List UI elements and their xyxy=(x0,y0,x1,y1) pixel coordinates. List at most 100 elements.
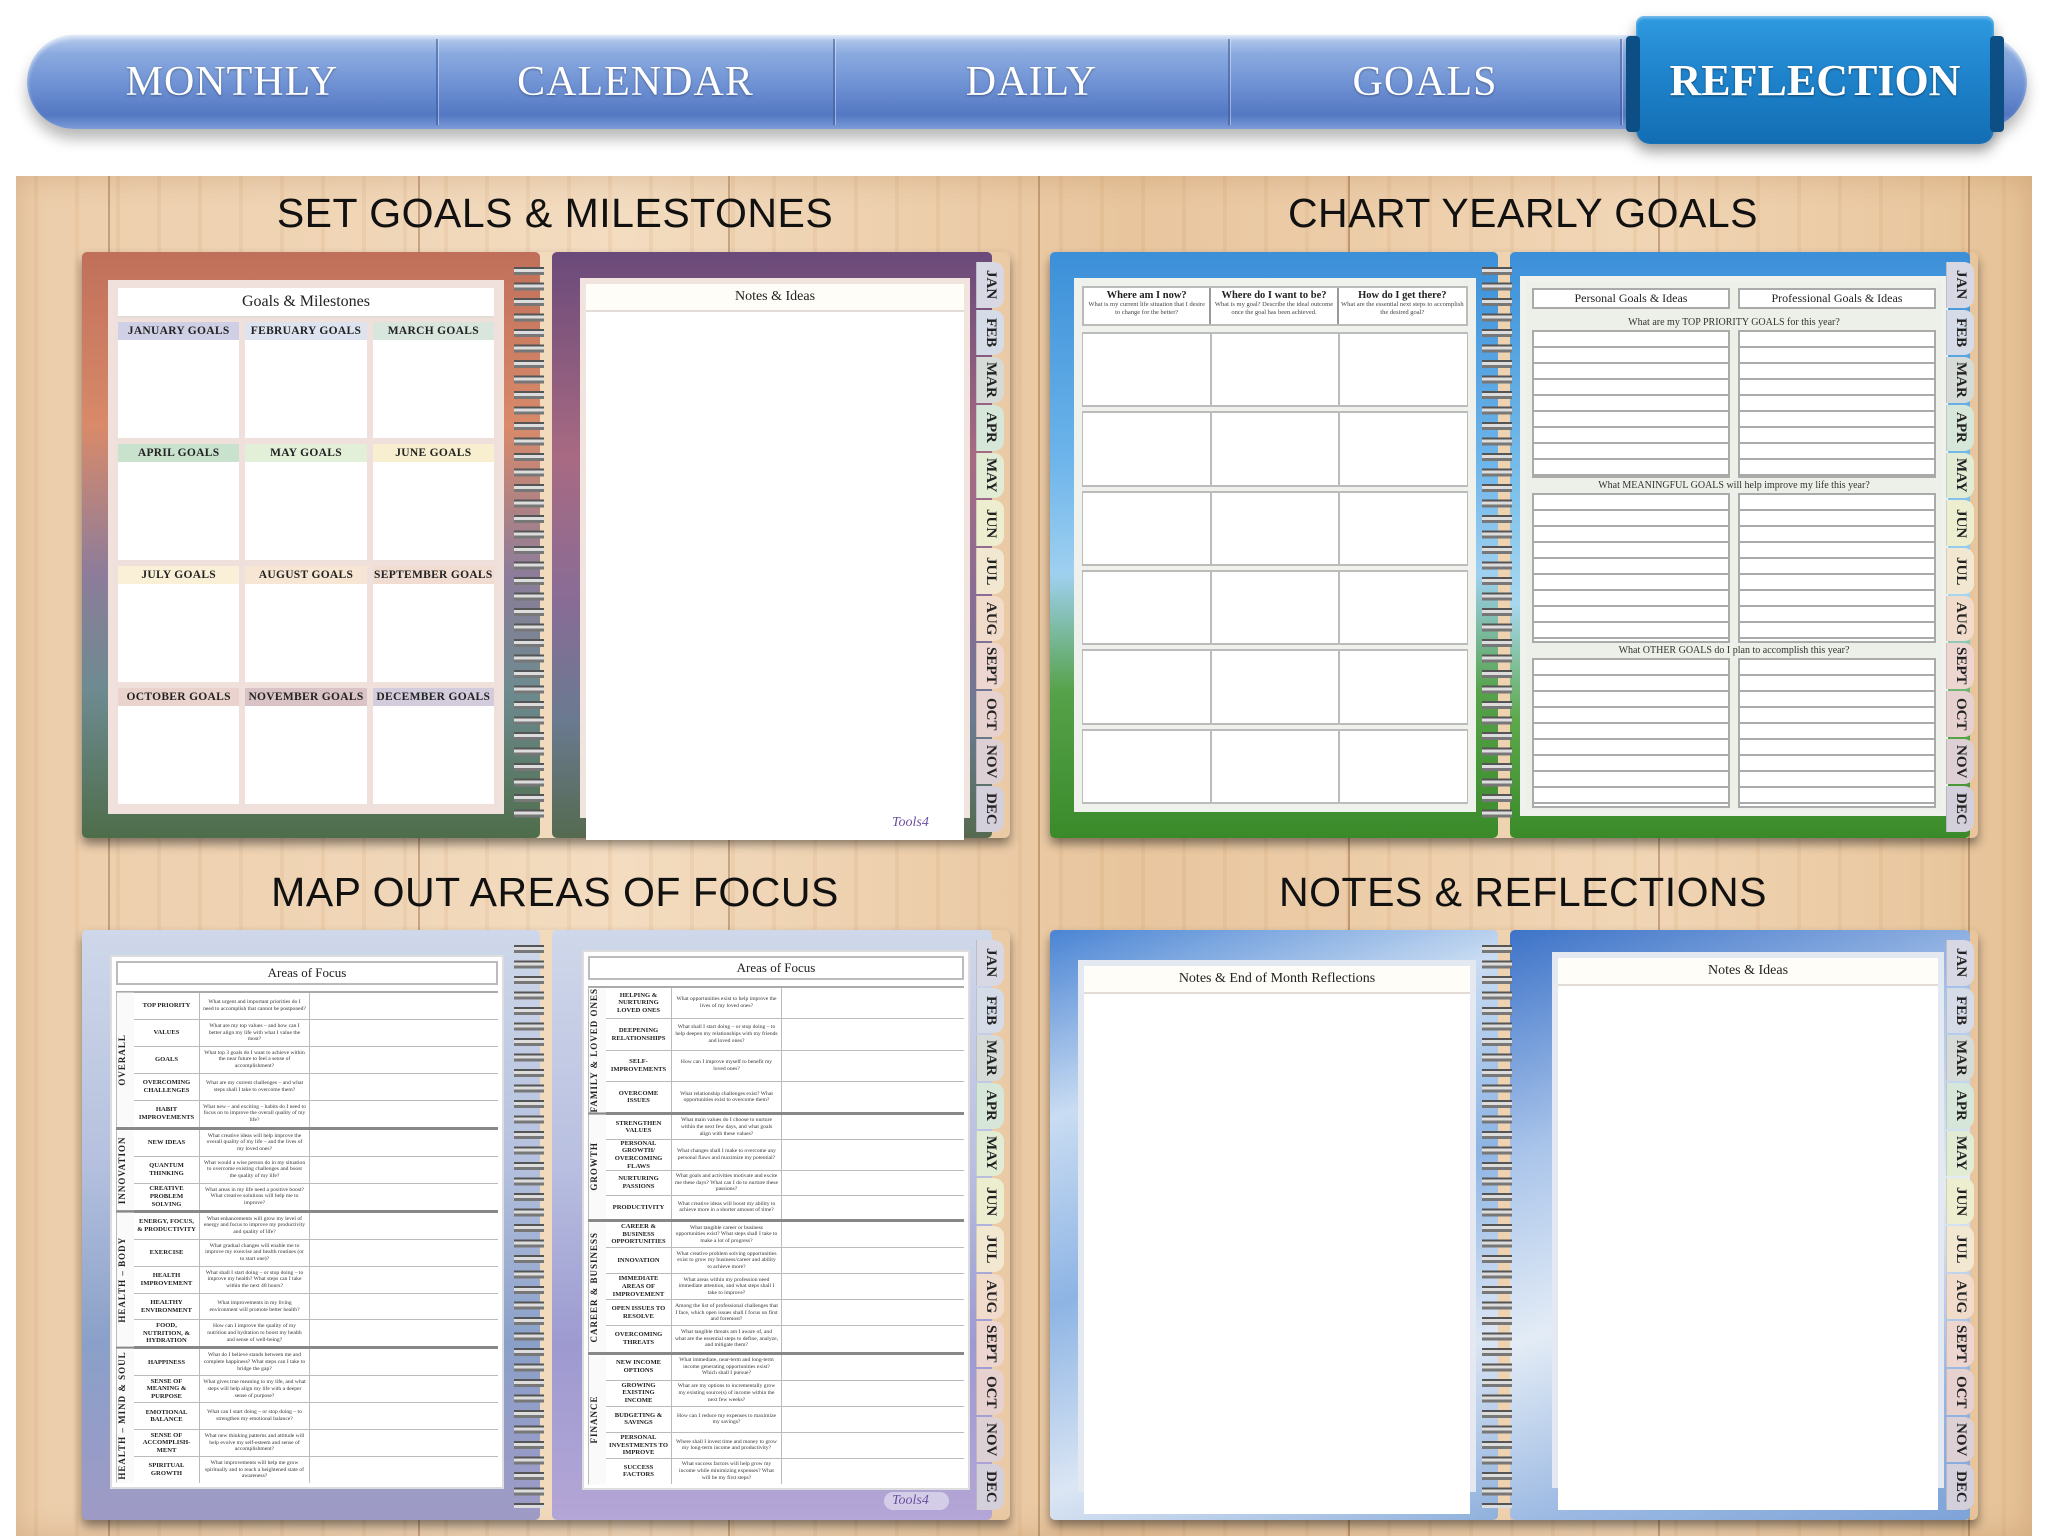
month-tab-jan[interactable]: JAN xyxy=(1946,262,1974,308)
month-tab-jul[interactable]: JUL xyxy=(976,548,1004,594)
notes-area[interactable] xyxy=(1084,994,1470,1514)
month-tab-may[interactable]: MAY xyxy=(1946,1130,1974,1177)
month-tab-nov[interactable]: NOV xyxy=(976,738,1004,785)
chart-goal-cell[interactable] xyxy=(1082,332,1211,408)
month-tab-sept[interactable]: SEPT xyxy=(976,643,1004,690)
month-tab-oct[interactable]: OCT xyxy=(976,1369,1004,1415)
focus-answer-area[interactable] xyxy=(310,1212,498,1239)
goals-writing-area[interactable] xyxy=(373,340,494,438)
month-tab-sept[interactable]: SEPT xyxy=(1946,1321,1974,1368)
goals-writing-area[interactable] xyxy=(118,340,239,438)
chart-goal-cell[interactable] xyxy=(1210,490,1340,566)
month-tab-feb[interactable]: FEB xyxy=(1946,987,1974,1034)
month-tab-jun[interactable]: JUN xyxy=(1946,1178,1974,1225)
goals-writing-area[interactable] xyxy=(245,706,366,804)
chart-goal-cell[interactable] xyxy=(1210,649,1340,725)
nav-tab-goals[interactable]: GOALS xyxy=(1229,35,1621,129)
month-tab-aug[interactable]: AUG xyxy=(976,1273,1004,1320)
goals-writing-area[interactable] xyxy=(118,706,239,804)
chart-goal-cell[interactable] xyxy=(1210,411,1340,487)
focus-answer-area[interactable] xyxy=(782,1406,964,1432)
month-tab-may[interactable]: MAY xyxy=(1946,452,1974,499)
professional-lines[interactable] xyxy=(1738,493,1936,643)
focus-answer-area[interactable] xyxy=(310,1430,498,1457)
month-tab-apr[interactable]: APR xyxy=(1946,405,1974,451)
month-tab-jan[interactable]: JAN xyxy=(976,262,1004,308)
focus-answer-area[interactable] xyxy=(310,1457,498,1483)
chart-goal-cell[interactable] xyxy=(1339,490,1468,566)
focus-answer-area[interactable] xyxy=(782,988,964,1019)
personal-lines[interactable] xyxy=(1532,658,1730,808)
chart-goal-cell[interactable] xyxy=(1210,728,1340,804)
month-tab-apr[interactable]: APR xyxy=(976,1083,1004,1129)
goals-writing-area[interactable] xyxy=(245,584,366,682)
month-tab-feb[interactable]: FEB xyxy=(976,309,1004,356)
focus-answer-area[interactable] xyxy=(782,1432,964,1458)
personal-lines[interactable] xyxy=(1532,330,1730,478)
nav-tab-reflection-active[interactable]: REFLECTION xyxy=(1626,16,2004,144)
goals-writing-area[interactable] xyxy=(245,462,366,560)
month-tab-mar[interactable]: MAR xyxy=(976,1035,1004,1082)
focus-answer-area[interactable] xyxy=(310,1156,498,1183)
month-tab-jun[interactable]: JUN xyxy=(976,1178,1004,1225)
focus-answer-area[interactable] xyxy=(310,1129,498,1156)
month-tab-feb[interactable]: FEB xyxy=(976,987,1004,1034)
nav-tab-daily[interactable]: DAILY xyxy=(834,35,1229,129)
month-tab-oct[interactable]: OCT xyxy=(1946,1369,1974,1415)
month-tab-apr[interactable]: APR xyxy=(1946,1083,1974,1129)
focus-answer-area[interactable] xyxy=(782,1195,964,1220)
month-tab-oct[interactable]: OCT xyxy=(976,691,1004,737)
focus-answer-area[interactable] xyxy=(782,1274,964,1300)
month-tab-jan[interactable]: JAN xyxy=(976,940,1004,986)
focus-answer-area[interactable] xyxy=(310,1320,498,1347)
month-tab-aug[interactable]: AUG xyxy=(1946,1273,1974,1320)
focus-answer-area[interactable] xyxy=(310,1376,498,1403)
chart-goal-cell[interactable] xyxy=(1082,570,1211,646)
focus-answer-area[interactable] xyxy=(782,1248,964,1274)
chart-goal-cell[interactable] xyxy=(1082,728,1211,804)
month-tab-may[interactable]: MAY xyxy=(976,1130,1004,1177)
focus-answer-area[interactable] xyxy=(782,1354,964,1380)
notes-area[interactable] xyxy=(1558,986,1938,1510)
chart-goal-cell[interactable] xyxy=(1339,411,1468,487)
focus-answer-area[interactable] xyxy=(310,1100,498,1127)
month-tab-jun[interactable]: JUN xyxy=(1946,500,1974,547)
month-tab-jul[interactable]: JUL xyxy=(1946,548,1974,594)
focus-answer-area[interactable] xyxy=(310,1266,498,1293)
focus-answer-area[interactable] xyxy=(310,1349,498,1376)
goals-writing-area[interactable] xyxy=(118,584,239,682)
focus-answer-area[interactable] xyxy=(782,1019,964,1050)
chart-goal-cell[interactable] xyxy=(1339,570,1468,646)
focus-answer-area[interactable] xyxy=(310,1046,498,1073)
month-tab-dec[interactable]: DEC xyxy=(1946,786,1974,833)
focus-answer-area[interactable] xyxy=(782,1115,964,1139)
focus-answer-area[interactable] xyxy=(782,1326,964,1352)
month-tab-dec[interactable]: DEC xyxy=(1946,1464,1974,1511)
goals-writing-area[interactable] xyxy=(373,584,494,682)
goals-writing-area[interactable] xyxy=(245,340,366,438)
month-tab-jul[interactable]: JUL xyxy=(1946,1226,1974,1272)
notes-area[interactable] xyxy=(586,312,964,840)
month-tab-aug[interactable]: AUG xyxy=(976,595,1004,642)
focus-answer-area[interactable] xyxy=(310,1293,498,1320)
month-tab-jun[interactable]: JUN xyxy=(976,500,1004,547)
month-tab-dec[interactable]: DEC xyxy=(976,1464,1004,1511)
month-tab-nov[interactable]: NOV xyxy=(1946,738,1974,785)
month-tab-may[interactable]: MAY xyxy=(976,452,1004,499)
month-tab-jul[interactable]: JUL xyxy=(976,1226,1004,1272)
chart-goal-cell[interactable] xyxy=(1082,490,1211,566)
personal-lines[interactable] xyxy=(1532,493,1730,643)
chart-goal-cell[interactable] xyxy=(1082,649,1211,725)
focus-answer-area[interactable] xyxy=(782,1050,964,1082)
focus-answer-area[interactable] xyxy=(782,1082,964,1113)
month-tab-oct[interactable]: OCT xyxy=(1946,691,1974,737)
month-tab-nov[interactable]: NOV xyxy=(1946,1416,1974,1463)
focus-answer-area[interactable] xyxy=(310,1019,498,1046)
professional-lines[interactable] xyxy=(1738,658,1936,808)
nav-tab-monthly[interactable]: MONTHLY xyxy=(27,35,437,129)
month-tab-mar[interactable]: MAR xyxy=(1946,1035,1974,1082)
focus-answer-area[interactable] xyxy=(310,1403,498,1430)
nav-tab-calendar[interactable]: CALENDAR xyxy=(437,35,834,129)
chart-goal-cell[interactable] xyxy=(1339,728,1468,804)
goals-writing-area[interactable] xyxy=(118,462,239,560)
